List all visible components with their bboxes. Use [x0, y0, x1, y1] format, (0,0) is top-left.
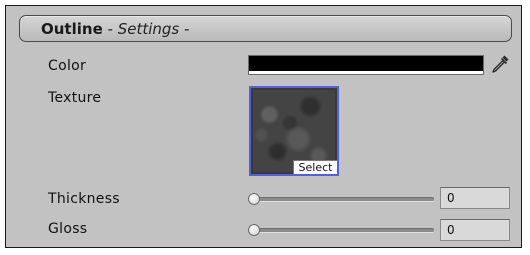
gloss-value-field[interactable]: 0 — [440, 219, 510, 241]
gloss-label: Gloss — [48, 221, 88, 237]
texture-select-button[interactable]: Select — [293, 160, 337, 174]
section-subtitle: Settings - — [117, 20, 190, 38]
color-field[interactable] — [248, 55, 484, 75]
gloss-slider-thumb[interactable] — [248, 224, 260, 236]
section-title-separator: - — [102, 20, 118, 38]
gloss-slider-track[interactable] — [254, 228, 434, 233]
section-header-text: Outline - Settings - — [41, 21, 189, 37]
color-alpha-strip — [249, 71, 483, 74]
color-label: Color — [48, 58, 87, 74]
texture-label: Texture — [48, 90, 102, 106]
thickness-value-field[interactable]: 0 — [440, 187, 510, 209]
thickness-slider-thumb[interactable] — [248, 193, 260, 205]
section-header-outline[interactable]: Outline - Settings - — [19, 15, 512, 42]
section-title: Outline — [41, 20, 103, 38]
eyedropper-icon[interactable] — [489, 53, 511, 75]
texture-slot[interactable]: Select — [249, 86, 339, 176]
thickness-slider-track[interactable] — [254, 197, 434, 202]
thickness-label: Thickness — [48, 191, 120, 207]
